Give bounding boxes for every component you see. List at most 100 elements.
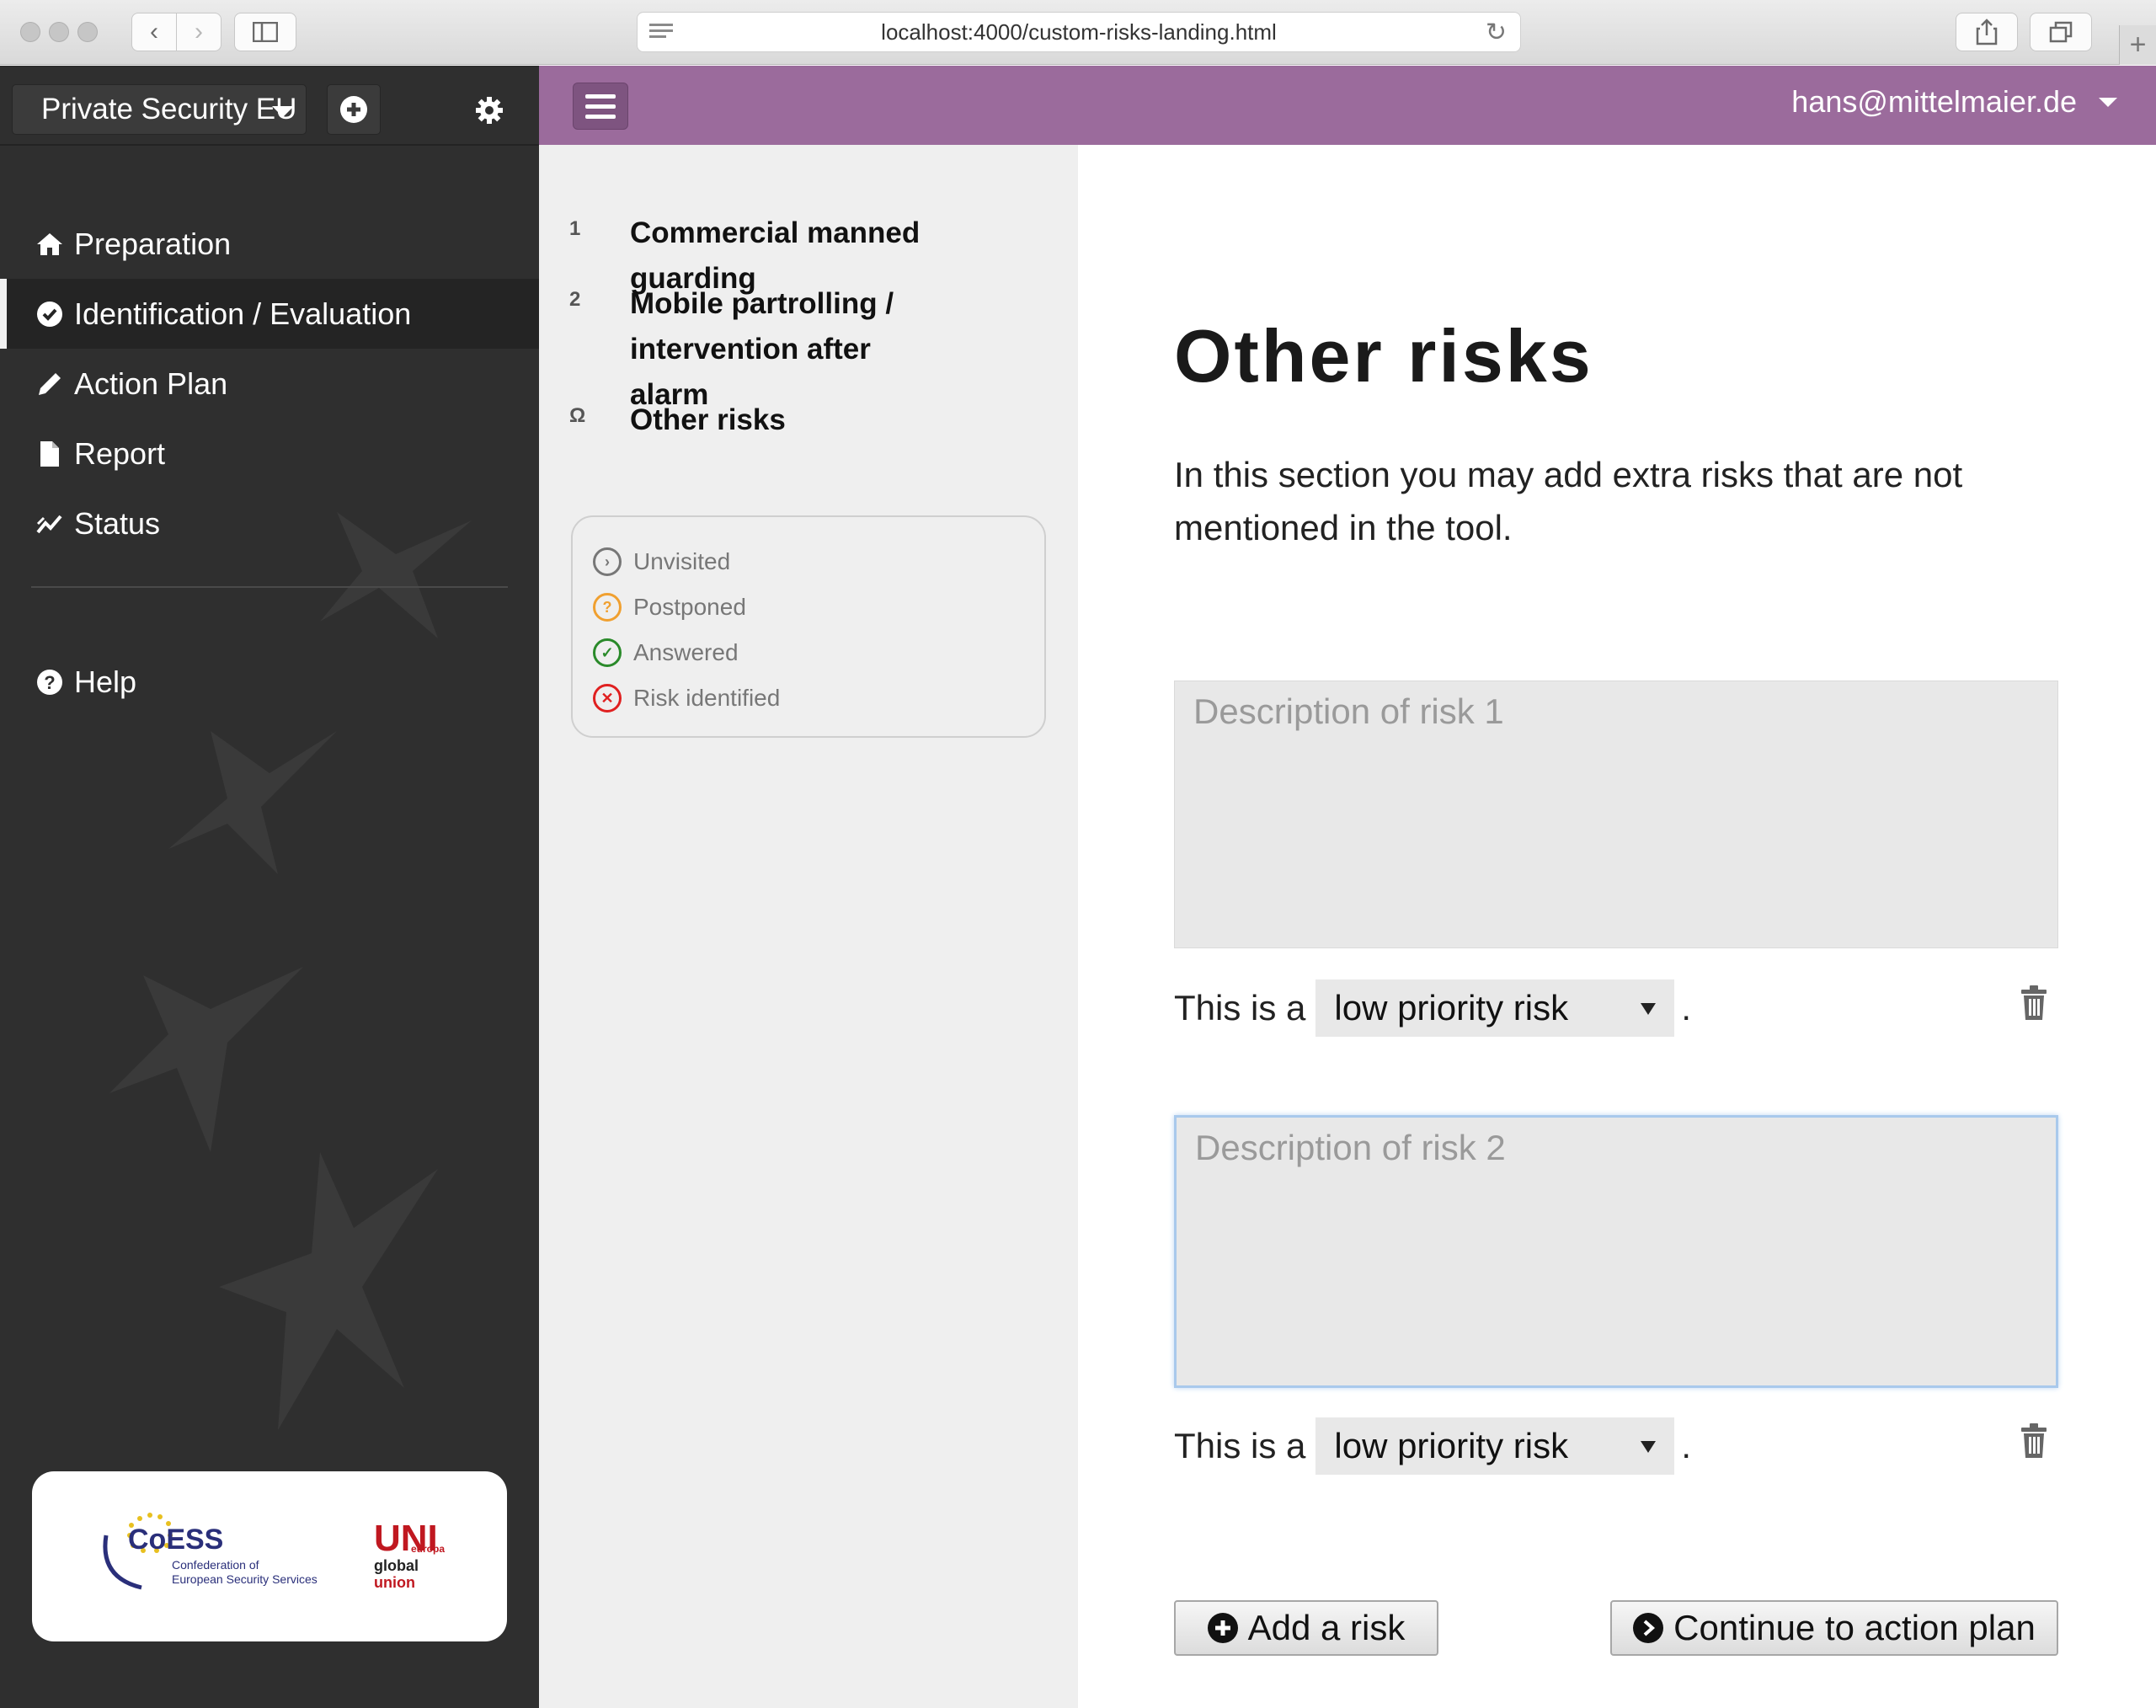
partner-logos: CoESS CoESS Confederation of European Se… — [32, 1471, 507, 1641]
legend-item-postponed: ? Postponed — [593, 584, 1044, 630]
app-header: hans@mittelmaier.de — [539, 66, 2156, 145]
reload-icon[interactable]: ↻ — [1486, 18, 1507, 47]
sidebar-item-preparation[interactable]: Preparation — [0, 209, 539, 279]
page-title: Other risks — [1174, 314, 1593, 398]
legend-label: Unvisited — [633, 548, 731, 574]
add-risk-label: Add a risk — [1247, 1608, 1406, 1647]
tool-selector-dropdown[interactable]: Private Security EU — [12, 84, 307, 135]
risk-priority-row-1: This is a low priority risk . — [1174, 979, 2058, 1038]
share-button[interactable] — [1956, 13, 2018, 51]
pencil-icon — [35, 370, 64, 398]
continue-label: Continue to action plan — [1673, 1608, 2036, 1647]
chevron-circle-right-icon — [1633, 1613, 1664, 1643]
chevron-left-icon: ‹ — [150, 18, 158, 45]
priority-suffix: . — [1681, 988, 1692, 1027]
module-navigation: 1 Commercial manned guarding 2 Mobile pa… — [539, 145, 1078, 1708]
reader-icon[interactable] — [649, 24, 673, 40]
caret-down-icon — [2099, 97, 2117, 107]
coess-wordmark: CoESS — [128, 1524, 223, 1556]
risk-description-1[interactable] — [1174, 681, 2058, 948]
minimize-window-button[interactable] — [49, 22, 69, 42]
risk-identified-icon: ✕ — [593, 684, 622, 713]
home-icon — [35, 230, 64, 259]
check-circle-icon — [35, 300, 64, 328]
add-session-button[interactable] — [327, 84, 381, 135]
sidebar-item-label: Help — [74, 664, 137, 699]
plus-icon: + — [2129, 29, 2147, 61]
back-button[interactable]: ‹ — [131, 13, 177, 51]
legend-item-answered: ✓ Answered — [593, 630, 1044, 675]
risk-priority-row-2: This is a low priority risk . — [1174, 1417, 2058, 1476]
sidebar-item-label: Status — [74, 505, 161, 541]
caret-down-icon — [1641, 1003, 1657, 1015]
coess-line-2: European Security Services — [172, 1572, 318, 1586]
tool-selector-label: Private Security EU — [41, 93, 297, 125]
priority-suffix: . — [1681, 1426, 1692, 1465]
unvisited-icon: › — [593, 547, 622, 576]
uni-europa: europa — [411, 1543, 445, 1555]
menu-toggle-button[interactable] — [573, 83, 628, 130]
priority-prefix: This is a — [1174, 1426, 1306, 1465]
address-bar[interactable]: localhost:4000/custom-risks-landing.html… — [637, 12, 1521, 52]
sidebar-item-status[interactable]: Status — [0, 488, 539, 558]
sidebar-toggle-button[interactable] — [234, 13, 296, 51]
sidebar-item-identification[interactable]: Identification / Evaluation — [0, 279, 539, 349]
legend-label: Risk identified — [633, 685, 781, 711]
uni-union: union — [374, 1574, 415, 1591]
legend-item-risk-identified: ✕ Risk identified — [593, 675, 1044, 721]
sidebar-item-action-plan[interactable]: Action Plan — [0, 349, 539, 419]
caret-down-icon — [1641, 1441, 1657, 1453]
tabs-overview-button[interactable] — [2030, 13, 2092, 51]
sidebar-item-help[interactable]: ? Help — [0, 647, 539, 717]
answered-icon: ✓ — [593, 638, 622, 667]
add-risk-button[interactable]: Add a risk — [1174, 1600, 1438, 1656]
plus-circle-icon — [340, 96, 367, 123]
legend-label: Postponed — [633, 594, 746, 620]
forward-button[interactable]: › — [176, 13, 221, 51]
coess-line-1: Confederation of — [172, 1558, 259, 1572]
sidebar: Private Security EU Preparation Identifi… — [0, 66, 539, 1708]
new-tab-button[interactable]: + — [2119, 25, 2156, 65]
toc-item-other-risks[interactable]: Ω Other risks — [569, 398, 1026, 443]
sidebar-item-label: Identification / Evaluation — [74, 296, 412, 331]
user-menu[interactable]: hans@mittelmaier.de — [1791, 84, 2117, 120]
postponed-icon: ? — [593, 593, 622, 622]
coess-logo: CoESS CoESS Confederation of European Se… — [103, 1513, 318, 1590]
sidebar-nav: Preparation Identification / Evaluation … — [0, 209, 539, 558]
user-email: hans@mittelmaier.de — [1791, 84, 2077, 119]
risk-description-2[interactable] — [1174, 1115, 2058, 1388]
sidebar-item-label: Action Plan — [74, 366, 228, 401]
sidebar-item-label: Report — [74, 435, 166, 471]
toc-label: Other risks — [630, 403, 786, 436]
priority-value: low priority risk — [1334, 988, 1569, 1027]
sidebar-divider — [31, 586, 508, 588]
trash-icon[interactable] — [2020, 985, 2048, 1021]
hamburger-icon — [585, 94, 616, 119]
tabs-icon — [2049, 21, 2073, 43]
trash-icon[interactable] — [2020, 1423, 2048, 1459]
continue-to-action-plan-button[interactable]: Continue to action plan — [1610, 1600, 2058, 1656]
uni-europa-logo: UNI europa global union — [374, 1518, 445, 1591]
priority-value: low priority risk — [1334, 1426, 1569, 1465]
chevron-right-icon: › — [195, 18, 203, 45]
settings-button[interactable] — [470, 91, 509, 130]
main-content: Other risks In this section you may add … — [1078, 145, 2156, 1708]
close-window-button[interactable] — [20, 22, 40, 42]
gear-icon — [476, 97, 503, 124]
priority-prefix: This is a — [1174, 988, 1306, 1027]
chart-line-icon — [35, 510, 64, 538]
priority-select-2[interactable]: low priority risk — [1315, 1417, 1675, 1475]
status-legend: › Unvisited ? Postponed ✓ Answered ✕ Ris… — [571, 515, 1046, 738]
svg-text:?: ? — [44, 672, 55, 693]
url-text: localhost:4000/custom-risks-landing.html — [881, 19, 1277, 45]
priority-select-1[interactable]: low priority risk — [1315, 979, 1675, 1037]
question-circle-icon: ? — [35, 668, 64, 697]
document-icon — [35, 440, 64, 468]
sidebar-help: ? Help — [0, 647, 539, 717]
legend-label: Answered — [633, 639, 739, 665]
intro-text: In this section you may add extra risks … — [1174, 455, 1963, 547]
zoom-window-button[interactable] — [77, 22, 98, 42]
browser-toolbar: ‹ › localhost:4000/custom-risks-landing.… — [0, 0, 2156, 65]
sidebar-header: Private Security EU — [0, 66, 539, 146]
sidebar-item-report[interactable]: Report — [0, 419, 539, 488]
